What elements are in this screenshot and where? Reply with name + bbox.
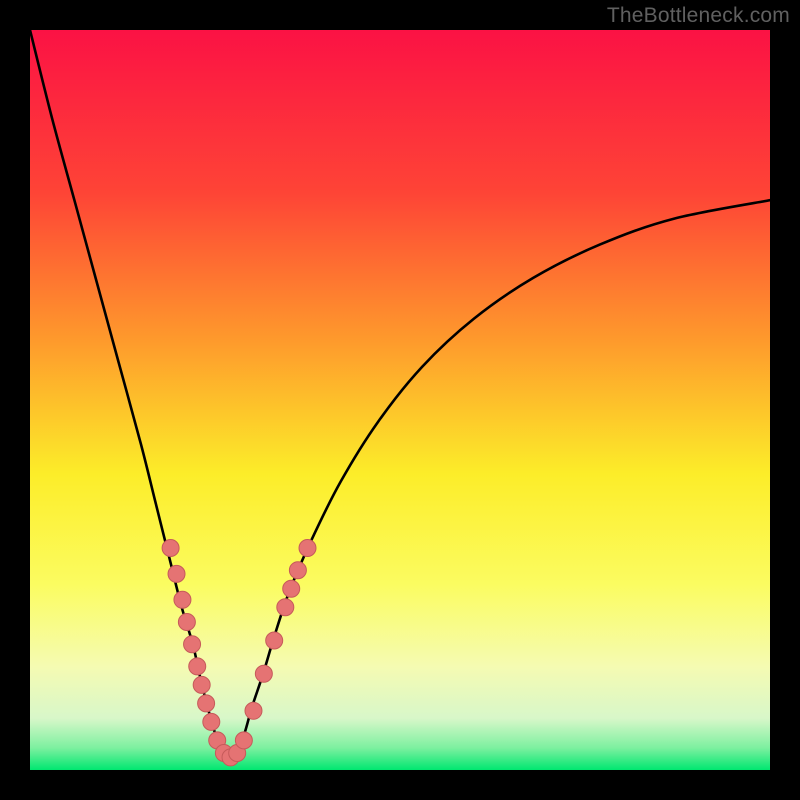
data-dot bbox=[174, 591, 191, 608]
data-dot bbox=[277, 599, 294, 616]
data-dot bbox=[203, 713, 220, 730]
data-dot bbox=[162, 540, 179, 557]
data-dot bbox=[289, 562, 306, 579]
data-dot bbox=[168, 565, 185, 582]
data-dot bbox=[255, 665, 272, 682]
data-dot bbox=[245, 702, 262, 719]
chart-frame: TheBottleneck.com bbox=[0, 0, 800, 800]
data-dot bbox=[266, 632, 283, 649]
data-dot bbox=[189, 658, 206, 675]
bottleneck-plot bbox=[30, 30, 770, 770]
data-dot bbox=[235, 732, 252, 749]
data-dot bbox=[184, 636, 201, 653]
data-dot bbox=[283, 580, 300, 597]
data-dot bbox=[198, 695, 215, 712]
data-dot bbox=[193, 676, 210, 693]
data-dot bbox=[299, 540, 316, 557]
plot-background bbox=[30, 30, 770, 770]
watermark-text: TheBottleneck.com bbox=[607, 4, 790, 28]
data-dot bbox=[178, 614, 195, 631]
